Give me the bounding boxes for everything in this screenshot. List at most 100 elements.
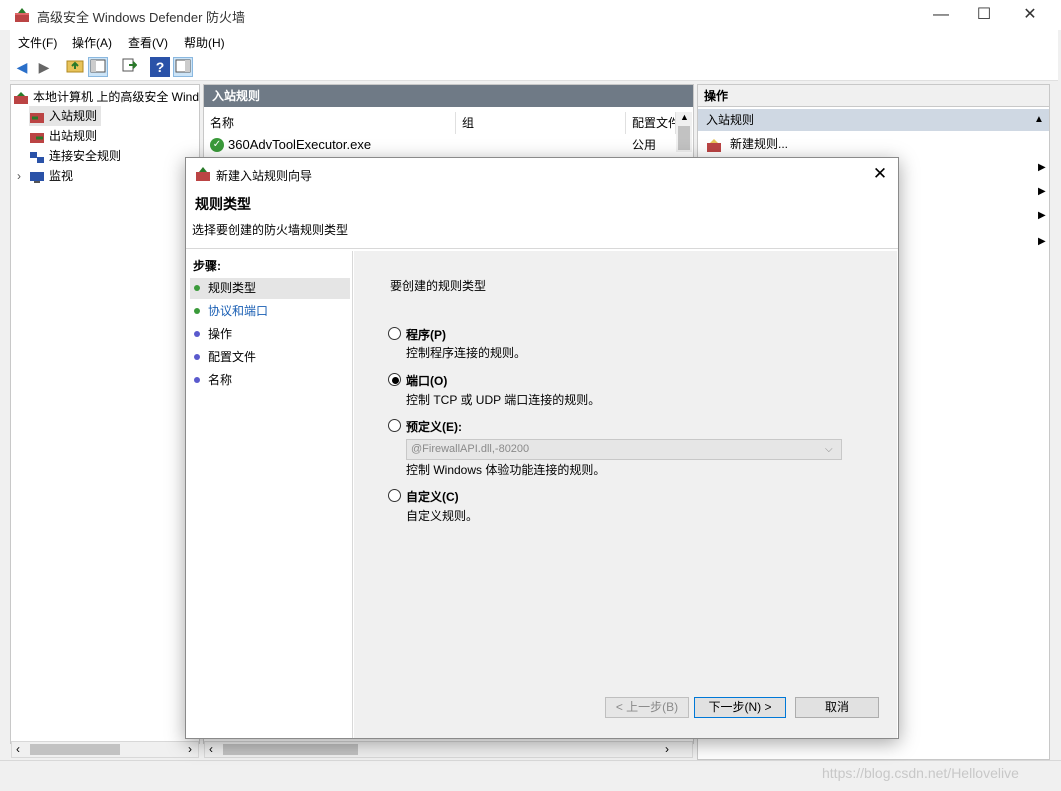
step-rule-type[interactable]: 规则类型 bbox=[190, 278, 350, 299]
steps-label: 步骤: bbox=[193, 259, 221, 273]
actions-section-header[interactable]: 入站规则 ▲ bbox=[698, 109, 1049, 131]
wizard-subheading: 选择要创建的防火墙规则类型 bbox=[192, 223, 349, 237]
new-inbound-rule-wizard: 新建入站规则向导 ✕ 规则类型 选择要创建的防火墙规则类型 步骤: 规则类型 协… bbox=[185, 157, 899, 739]
help-icon[interactable]: ? bbox=[150, 57, 170, 77]
step-dot bbox=[194, 377, 200, 383]
option-custom-desc: 自定义规则。 bbox=[406, 509, 479, 523]
dialog-close-button[interactable]: ✕ bbox=[866, 162, 894, 186]
actions-section-label: 入站规则 bbox=[706, 113, 755, 127]
radio-port[interactable] bbox=[388, 373, 401, 386]
watermark: https://blog.csdn.net/Hellovelive bbox=[822, 765, 1019, 781]
menu-help[interactable]: 帮助(H) bbox=[184, 34, 225, 51]
radio-selected-dot bbox=[392, 377, 399, 384]
option-custom-label[interactable]: 自定义(C) bbox=[406, 488, 459, 505]
menu-file[interactable]: 文件(F) bbox=[18, 34, 57, 51]
wizard-heading: 规则类型 bbox=[195, 196, 251, 212]
step-label: 操作 bbox=[208, 327, 233, 341]
step-dot bbox=[194, 285, 200, 291]
scroll-up-icon[interactable]: ▲ bbox=[680, 112, 689, 122]
firewall-app-icon bbox=[14, 7, 30, 23]
next-button[interactable]: 下一步(N) > bbox=[694, 697, 786, 718]
tree-label-monitoring: 监视 bbox=[49, 169, 74, 183]
menu-action[interactable]: 操作(A) bbox=[72, 34, 112, 51]
step-action[interactable]: 操作 bbox=[190, 324, 350, 345]
step-profile[interactable]: 配置文件 bbox=[190, 347, 350, 368]
radio-predefined[interactable] bbox=[388, 419, 401, 432]
step-dot bbox=[194, 331, 200, 337]
rules-horizontal-scrollbar[interactable]: ‹ › bbox=[204, 741, 693, 758]
column-name[interactable]: 名称 bbox=[204, 112, 456, 134]
collapse-up-icon[interactable]: ▲ bbox=[1034, 109, 1044, 131]
back-arrow-icon[interactable]: ◀ bbox=[12, 57, 32, 77]
column-group[interactable]: 组 bbox=[456, 112, 626, 134]
tree-root[interactable]: 本地计算机 上的高级安全 Wind bbox=[13, 87, 199, 107]
cancel-button[interactable]: 取消 bbox=[795, 697, 879, 718]
submenu-arrow-icon[interactable]: ▶ bbox=[1038, 210, 1046, 221]
predefined-select-value: @FirewallAPI.dll,-80200 bbox=[411, 443, 530, 455]
tree-horizontal-scrollbar[interactable]: ‹ › bbox=[11, 741, 199, 758]
show-action-pane-icon[interactable] bbox=[173, 57, 193, 77]
dialog-title: 新建入站规则向导 bbox=[216, 169, 313, 183]
rules-pane-header: 入站规则 bbox=[204, 85, 693, 107]
export-list-icon[interactable] bbox=[119, 57, 139, 77]
window-title: 高级安全 Windows Defender 防火墙 bbox=[37, 10, 246, 25]
new-rule-action[interactable]: 新建规则... bbox=[698, 133, 1049, 155]
header-divider bbox=[186, 248, 898, 249]
table-row[interactable]: ✓ 360AdvToolExecutor.exe 公用 bbox=[204, 135, 674, 155]
tree-item-connection-security[interactable]: 连接安全规则 bbox=[29, 146, 121, 166]
up-folder-icon[interactable] bbox=[65, 57, 85, 77]
new-rule-label: 新建规则... bbox=[730, 137, 789, 151]
dialog-title-bar: 新建入站规则向导 ✕ bbox=[186, 158, 898, 190]
scroll-thumb[interactable] bbox=[223, 744, 358, 755]
tree-item-inbound-rules[interactable]: 入站规则 bbox=[29, 106, 102, 126]
wizard-content: 要创建的规则类型 程序(P) 控制程序连接的规则。 端口(O) 控制 TCP 或… bbox=[354, 251, 897, 738]
step-protocol-ports[interactable]: 协议和端口 bbox=[190, 301, 350, 322]
back-button[interactable]: < 上一步(B) bbox=[605, 697, 689, 718]
minimize-button[interactable]: — bbox=[918, 0, 964, 30]
rules-vertical-scrollbar[interactable]: ▲ bbox=[676, 112, 692, 152]
predefined-select[interactable]: @FirewallAPI.dll,-80200 ⌵ bbox=[406, 439, 842, 460]
close-button[interactable]: ✕ bbox=[1007, 0, 1053, 30]
scroll-right-icon[interactable]: › bbox=[188, 742, 192, 756]
tree-item-outbound-rules[interactable]: 出站规则 bbox=[29, 126, 97, 146]
chevron-right-icon[interactable]: › bbox=[17, 166, 29, 186]
tree-item-monitoring[interactable]: › 监视 bbox=[17, 166, 73, 186]
step-label: 配置文件 bbox=[208, 350, 257, 364]
connection-security-icon bbox=[29, 150, 45, 164]
scroll-right-icon[interactable]: › bbox=[665, 742, 669, 756]
option-predefined-desc: 控制 Windows 体验功能连接的规则。 bbox=[406, 463, 606, 477]
navigation-tree: 本地计算机 上的高级安全 Wind 入站规则 出站规则 连接安全规则 › 监视 ‹… bbox=[10, 84, 200, 758]
forward-arrow-icon[interactable]: ▶ bbox=[34, 57, 54, 77]
step-label: 名称 bbox=[208, 373, 233, 387]
outbound-rules-icon bbox=[29, 130, 45, 144]
scroll-thumb[interactable] bbox=[678, 126, 690, 150]
menu-view[interactable]: 查看(V) bbox=[128, 34, 168, 51]
submenu-arrow-icon[interactable]: ▶ bbox=[1038, 186, 1046, 197]
firewall-icon bbox=[195, 166, 211, 182]
step-name[interactable]: 名称 bbox=[190, 370, 350, 391]
submenu-arrow-icon[interactable]: ▶ bbox=[1038, 162, 1046, 173]
step-label: 规则类型 bbox=[208, 281, 257, 295]
step-dot bbox=[194, 308, 200, 314]
radio-custom[interactable] bbox=[388, 489, 401, 502]
submenu-arrow-icon[interactable]: ▶ bbox=[1038, 236, 1046, 247]
show-hide-tree-icon[interactable] bbox=[88, 57, 108, 77]
scroll-thumb[interactable] bbox=[30, 744, 120, 755]
option-predefined-label[interactable]: 预定义(E): bbox=[406, 418, 462, 435]
step-label: 协议和端口 bbox=[208, 304, 269, 318]
option-port-label[interactable]: 端口(O) bbox=[406, 372, 447, 389]
option-program-label[interactable]: 程序(P) bbox=[406, 326, 446, 343]
radio-program[interactable] bbox=[388, 327, 401, 340]
steps-panel: 步骤: 规则类型 协议和端口 操作 配置文件 名称 bbox=[187, 251, 353, 738]
chevron-down-icon[interactable]: ⌵ bbox=[825, 440, 833, 459]
column-profile[interactable]: 配置文件 bbox=[626, 112, 676, 134]
maximize-button[interactable]: ☐ bbox=[961, 0, 1007, 30]
actions-header: 操作 bbox=[698, 85, 1049, 107]
scroll-left-icon[interactable]: ‹ bbox=[16, 742, 20, 756]
new-rule-icon bbox=[706, 138, 722, 152]
rule-profile: 公用 bbox=[632, 138, 657, 152]
monitoring-icon bbox=[29, 170, 45, 184]
tree-label-connection: 连接安全规则 bbox=[49, 149, 122, 163]
scroll-left-icon[interactable]: ‹ bbox=[209, 742, 213, 756]
option-program-desc: 控制程序连接的规则。 bbox=[406, 346, 527, 360]
